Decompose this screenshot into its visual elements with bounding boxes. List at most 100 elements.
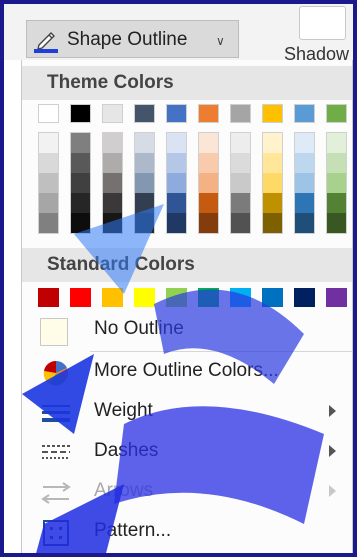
dashes-item[interactable]: Dashes bbox=[22, 434, 352, 472]
theme-shade-swatch[interactable] bbox=[39, 193, 58, 213]
theme-shade-swatch[interactable] bbox=[135, 173, 154, 193]
pen-outline-icon bbox=[34, 32, 58, 53]
weight-label: Weight bbox=[94, 400, 153, 421]
more-outline-colors-label: More Outline Colors... bbox=[94, 360, 279, 381]
theme-shade-swatch[interactable] bbox=[295, 153, 314, 173]
theme-shade-swatch[interactable] bbox=[39, 213, 58, 233]
theme-shade-swatch[interactable] bbox=[103, 173, 122, 193]
theme-color-swatch[interactable] bbox=[70, 104, 91, 123]
theme-shade-swatch[interactable] bbox=[103, 153, 122, 173]
theme-shade-swatch[interactable] bbox=[263, 133, 282, 153]
theme-shade-swatch[interactable] bbox=[71, 153, 90, 173]
theme-color-swatch[interactable] bbox=[38, 104, 59, 123]
theme-color-swatch[interactable] bbox=[134, 104, 155, 123]
theme-shade-swatch[interactable] bbox=[39, 173, 58, 193]
theme-shade-swatch[interactable] bbox=[263, 213, 282, 233]
theme-shade-swatch[interactable] bbox=[231, 193, 250, 213]
theme-shade-swatch[interactable] bbox=[295, 193, 314, 213]
theme-shade-swatch[interactable] bbox=[263, 153, 282, 173]
theme-shade-swatch[interactable] bbox=[71, 213, 90, 233]
theme-shade-swatch[interactable] bbox=[231, 213, 250, 233]
theme-shade-swatch[interactable] bbox=[327, 173, 346, 193]
standard-color-swatch[interactable] bbox=[230, 288, 251, 307]
standard-color-swatch[interactable] bbox=[326, 288, 347, 307]
arrows-icon bbox=[41, 482, 71, 504]
submenu-arrow-icon bbox=[329, 445, 336, 457]
arrows-item: Arrows bbox=[22, 474, 352, 512]
no-outline-item[interactable]: No Outline bbox=[22, 312, 352, 350]
pattern-label: Pattern... bbox=[94, 520, 172, 541]
shape-outline-button[interactable]: Shape Outline ∨ bbox=[26, 20, 239, 58]
theme-shade-swatch[interactable] bbox=[295, 133, 314, 153]
theme-shade-swatch[interactable] bbox=[231, 153, 250, 173]
theme-shade-swatch[interactable] bbox=[263, 193, 282, 213]
theme-shade-swatch[interactable] bbox=[39, 133, 58, 153]
theme-shade-column bbox=[326, 132, 347, 234]
standard-color-swatch[interactable] bbox=[38, 288, 59, 307]
standard-color-swatch[interactable] bbox=[70, 288, 91, 307]
theme-shade-swatch[interactable] bbox=[327, 153, 346, 173]
no-outline-label: No Outline bbox=[94, 318, 184, 339]
menu-divider bbox=[90, 351, 352, 352]
theme-color-swatch[interactable] bbox=[102, 104, 123, 123]
dashes-label: Dashes bbox=[94, 440, 159, 461]
theme-shade-swatch[interactable] bbox=[327, 133, 346, 153]
theme-shade-swatch[interactable] bbox=[199, 173, 218, 193]
standard-color-swatch[interactable] bbox=[134, 288, 155, 307]
standard-color-swatch[interactable] bbox=[198, 288, 219, 307]
theme-shade-swatch[interactable] bbox=[135, 153, 154, 173]
theme-shade-swatch[interactable] bbox=[103, 213, 122, 233]
theme-shade-swatch[interactable] bbox=[167, 153, 186, 173]
theme-shade-swatch[interactable] bbox=[135, 193, 154, 213]
theme-shade-swatch[interactable] bbox=[199, 133, 218, 153]
pattern-icon bbox=[43, 520, 69, 546]
outline-dropdown-menu: Theme Colors Standard Colors No Outline … bbox=[21, 60, 353, 553]
theme-shade-swatch[interactable] bbox=[231, 133, 250, 153]
theme-shade-swatch[interactable] bbox=[135, 213, 154, 233]
theme-shade-swatch[interactable] bbox=[135, 133, 154, 153]
theme-color-swatch[interactable] bbox=[166, 104, 187, 123]
weight-lines-icon bbox=[42, 405, 70, 422]
theme-shade-swatch[interactable] bbox=[167, 193, 186, 213]
standard-colors-header: Standard Colors bbox=[22, 248, 352, 282]
theme-shade-swatch[interactable] bbox=[71, 173, 90, 193]
shadow-preview[interactable] bbox=[299, 6, 346, 40]
theme-shade-swatch[interactable] bbox=[167, 213, 186, 233]
theme-shade-swatch[interactable] bbox=[231, 173, 250, 193]
theme-shade-swatch[interactable] bbox=[199, 153, 218, 173]
theme-shade-swatch[interactable] bbox=[71, 133, 90, 153]
theme-color-swatch[interactable] bbox=[262, 104, 283, 123]
theme-shade-swatch[interactable] bbox=[71, 193, 90, 213]
standard-color-swatch[interactable] bbox=[102, 288, 123, 307]
theme-color-swatch[interactable] bbox=[230, 104, 251, 123]
theme-shade-swatch[interactable] bbox=[199, 193, 218, 213]
theme-shade-swatch[interactable] bbox=[295, 173, 314, 193]
theme-shade-swatch[interactable] bbox=[199, 213, 218, 233]
weight-item[interactable]: Weight bbox=[22, 394, 352, 432]
theme-shade-column bbox=[198, 132, 219, 234]
theme-shade-column bbox=[166, 132, 187, 234]
theme-shade-swatch[interactable] bbox=[327, 213, 346, 233]
theme-color-swatch[interactable] bbox=[198, 104, 219, 123]
theme-shade-swatch[interactable] bbox=[295, 213, 314, 233]
theme-shade-swatch[interactable] bbox=[103, 193, 122, 213]
standard-color-swatch[interactable] bbox=[294, 288, 315, 307]
theme-shade-swatch[interactable] bbox=[103, 133, 122, 153]
theme-color-swatch[interactable] bbox=[326, 104, 347, 123]
standard-color-swatch[interactable] bbox=[166, 288, 187, 307]
theme-shade-swatch[interactable] bbox=[39, 153, 58, 173]
standard-color-swatch[interactable] bbox=[262, 288, 283, 307]
shape-outline-label: Shape Outline bbox=[67, 29, 188, 50]
theme-shade-swatch[interactable] bbox=[327, 193, 346, 213]
theme-color-swatch[interactable] bbox=[294, 104, 315, 123]
theme-colors-header: Theme Colors bbox=[22, 66, 352, 100]
theme-shade-swatch[interactable] bbox=[167, 173, 186, 193]
theme-shade-swatch[interactable] bbox=[263, 173, 282, 193]
arrows-label: Arrows bbox=[94, 480, 154, 501]
theme-colors-title: Theme Colors bbox=[47, 72, 174, 93]
more-outline-colors-item[interactable]: More Outline Colors... bbox=[22, 354, 352, 392]
pattern-item[interactable]: Pattern... bbox=[22, 514, 352, 552]
theme-shade-swatch[interactable] bbox=[167, 133, 186, 153]
standard-colors-title: Standard Colors bbox=[47, 254, 195, 275]
color-wheel-icon bbox=[43, 360, 69, 386]
